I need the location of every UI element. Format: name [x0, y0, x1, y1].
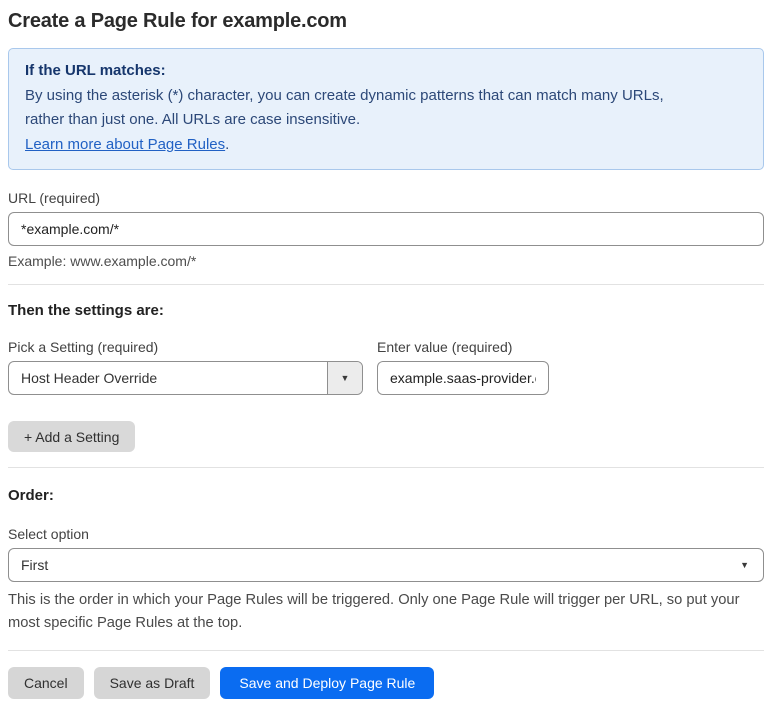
divider — [8, 467, 764, 468]
pick-setting-dropdown-button[interactable]: ▼ — [327, 362, 362, 394]
enter-value-label: Enter value (required) — [377, 339, 513, 355]
chevron-down-icon: ▼ — [740, 559, 749, 570]
divider — [8, 284, 764, 285]
order-selected-value: First — [21, 557, 49, 573]
learn-more-link[interactable]: Learn more about Page Rules — [25, 136, 225, 153]
order-help-text: This is the order in which your Page Rul… — [8, 592, 740, 631]
order-select[interactable]: First ▼ — [8, 548, 764, 582]
enter-value-column: Enter value (required) — [377, 319, 549, 395]
pick-setting-label: Pick a Setting (required) — [8, 339, 159, 355]
info-box-link-line: Learn more about Page Rules. — [25, 133, 747, 158]
save-as-draft-button[interactable]: Save as Draft — [93, 667, 211, 699]
footer-actions: Cancel Save as Draft Save and Deploy Pag… — [8, 667, 764, 699]
pick-setting-column: Pick a Setting (required) Host Header Ov… — [8, 319, 363, 395]
save-and-deploy-button[interactable]: Save and Deploy Page Rule — [220, 667, 435, 699]
setting-value-input[interactable] — [377, 361, 549, 395]
page-title: Create a Page Rule for example.com — [8, 10, 347, 32]
chevron-down-icon: ▼ — [340, 372, 350, 383]
info-box-body-line1: By using the asterisk (*) character, you… — [25, 86, 664, 104]
divider — [8, 650, 764, 651]
pick-setting-selected-value: Host Header Override — [21, 370, 158, 386]
url-match-info-box: If the URL matches: By using the asteris… — [8, 48, 764, 170]
add-setting-button[interactable]: + Add a Setting — [8, 421, 136, 452]
order-select-label: Select option — [8, 526, 89, 542]
url-label: URL (required) — [8, 190, 101, 206]
info-box-heading: If the URL matches: — [25, 62, 166, 79]
info-box-body-line2: rather than just one. All URLs are case … — [25, 111, 361, 128]
settings-row: Pick a Setting (required) Host Header Ov… — [8, 319, 764, 395]
settings-section-heading: Then the settings are: — [8, 302, 164, 319]
cancel-button[interactable]: Cancel — [8, 667, 84, 699]
order-section-heading: Order: — [8, 487, 54, 504]
url-example-text: Example: www.example.com/* — [8, 253, 197, 269]
link-period: . — [225, 135, 230, 153]
url-input[interactable] — [8, 212, 764, 246]
pick-setting-select[interactable]: Host Header Override ▼ — [8, 361, 363, 395]
